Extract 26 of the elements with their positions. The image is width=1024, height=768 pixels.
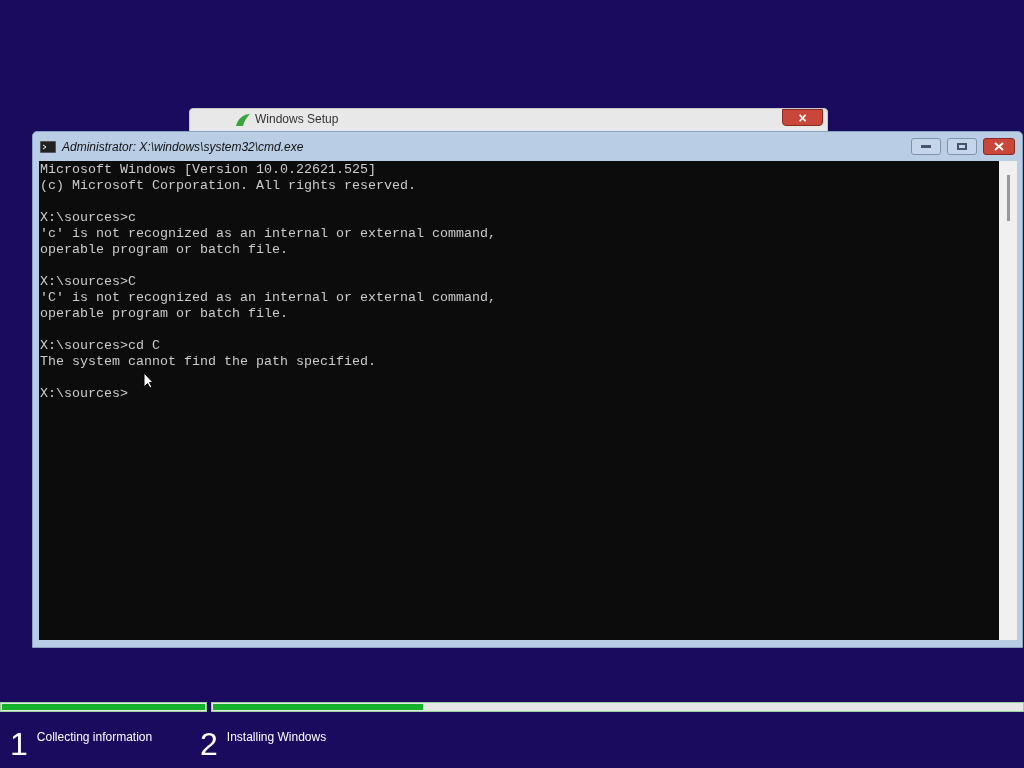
setup-icon bbox=[236, 114, 250, 126]
window-title: Windows Setup bbox=[255, 112, 339, 127]
console-line: (c) Microsoft Corporation. All rights reserved. bbox=[40, 178, 416, 194]
maximize-button[interactable] bbox=[947, 138, 977, 155]
cursor-icon bbox=[143, 372, 154, 389]
console-line: 'C' is not recognized as an internal or external command, bbox=[40, 290, 496, 306]
window-title: Administrator: X:\windows\system32\cmd.exe bbox=[62, 138, 304, 156]
close-button[interactable] bbox=[983, 138, 1015, 155]
close-button[interactable]: × bbox=[782, 109, 823, 126]
step-number: 1 bbox=[10, 726, 28, 762]
step-number: 2 bbox=[200, 726, 218, 762]
close-icon bbox=[994, 142, 1004, 151]
console-icon bbox=[40, 140, 56, 153]
console-line: 'c' is not recognized as an internal or external command, bbox=[40, 226, 496, 242]
console-line: X:\sources> bbox=[40, 386, 128, 402]
console-line: X:\sources>C bbox=[40, 274, 136, 290]
minimize-button[interactable] bbox=[911, 138, 941, 155]
console-line: X:\sources>cd C bbox=[40, 338, 160, 354]
console-line: The system cannot find the path specified. bbox=[40, 354, 376, 370]
console-line: operable program or batch file. bbox=[40, 306, 288, 322]
step-label: Installing Windows bbox=[226, 729, 327, 746]
console-line: Microsoft Windows [Version 10.0.22621.525] bbox=[40, 162, 376, 178]
scrollbar[interactable] bbox=[999, 161, 1017, 640]
step-label: Collecting information bbox=[36, 729, 153, 746]
console-line: X:\sources>c bbox=[40, 210, 136, 226]
console-line: operable program or batch file. bbox=[40, 242, 288, 258]
